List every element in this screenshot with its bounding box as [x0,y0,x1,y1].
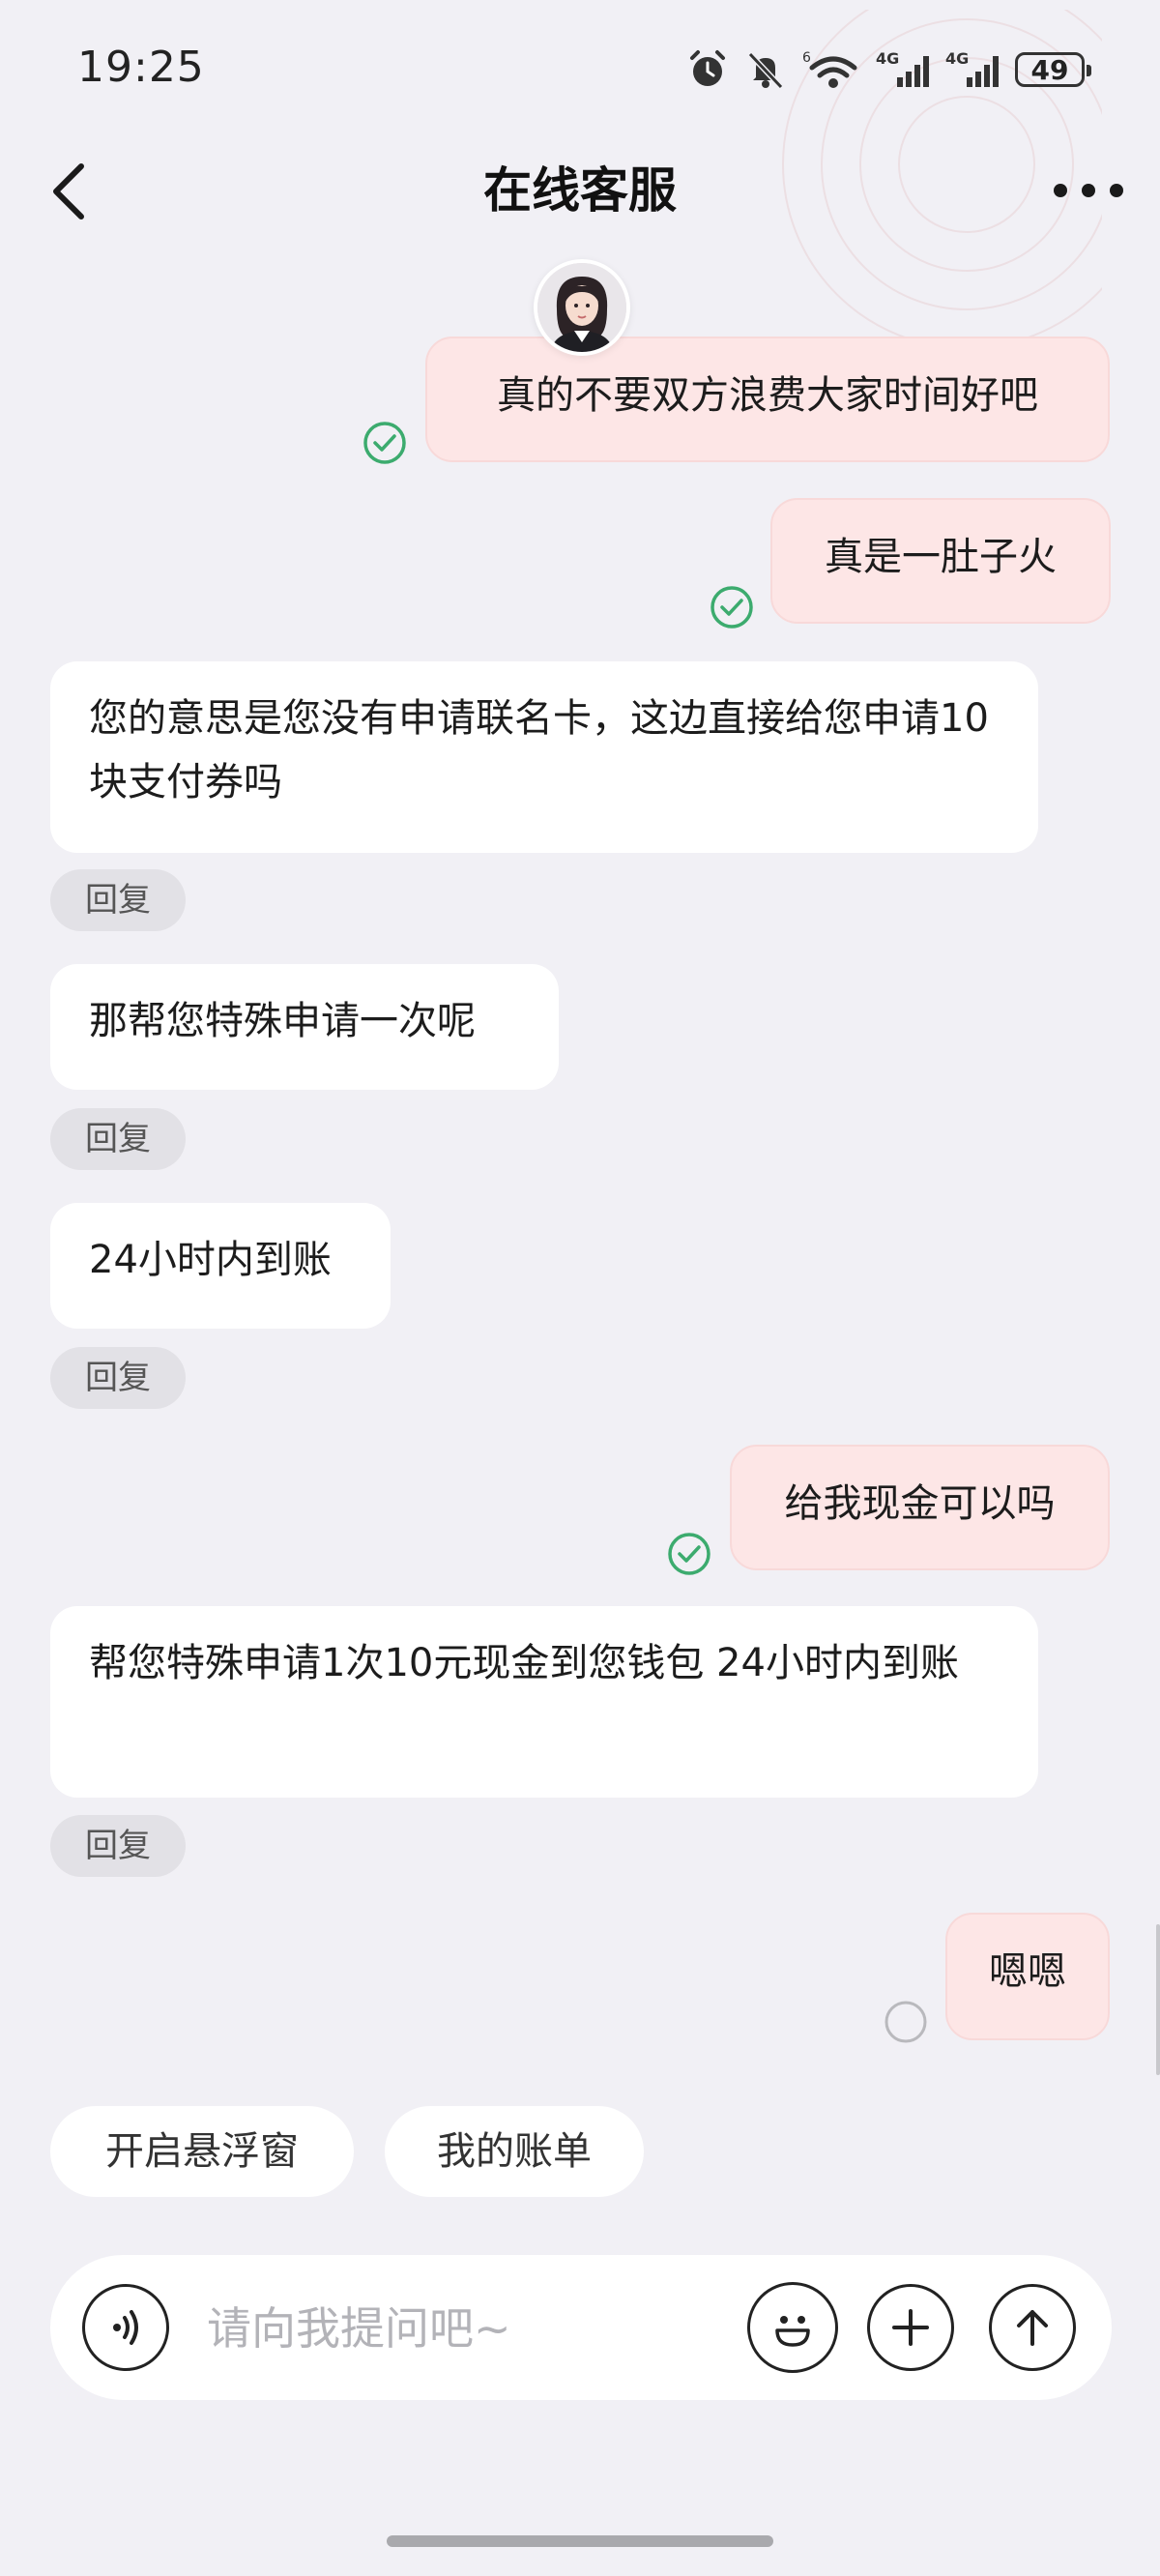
reply-button[interactable]: 回复 [50,1108,186,1170]
message-text: 帮您特殊申请1次10元现金到您钱包 24小时内到账 [89,1641,959,1685]
more-dot [1110,184,1123,197]
message-text: 24小时内到账 [89,1238,332,1282]
voice-button[interactable] [82,2284,169,2371]
quick-action-floating-window[interactable]: 开启悬浮窗 [50,2106,354,2197]
message-text: 嗯嗯 [989,1949,1066,1994]
reply-button[interactable]: 回复 [50,869,186,931]
emoji-button[interactable] [747,2282,838,2373]
user-message[interactable]: 真是一肚子火 [770,498,1111,624]
signal-icon-1: 4G [876,49,929,87]
plus-icon [892,2309,929,2346]
message-input[interactable] [205,2284,769,2373]
voice-icon [113,2310,138,2345]
wifi-label: 6 [802,50,811,66]
agent-message[interactable]: 那帮您特殊申请一次呢 [50,964,559,1090]
message-text: 那帮您特殊申请一次呢 [89,999,476,1043]
more-dot [1082,184,1095,197]
battery-level: 49 [1030,53,1069,86]
message-text: 您的意思是您没有申请联名卡，这边直接给您申请10块支付券吗 [89,696,989,805]
more-button[interactable] [1054,176,1123,205]
mute-bell-icon [747,51,784,90]
signal-icon-2: 4G [945,49,999,87]
agent-message[interactable]: 帮您特殊申请1次10元现金到您钱包 24小时内到账 [50,1606,1038,1798]
message-text: 给我现金可以吗 [784,1481,1056,1526]
user-message[interactable]: 嗯嗯 [945,1913,1110,2040]
wifi-icon: 6 [802,50,857,88]
agent-message[interactable]: 您的意思是您没有申请联名卡，这边直接给您申请10块支付券吗 [50,661,1038,853]
send-arrow-icon [1017,2310,1048,2346]
avatar-image [537,263,626,352]
reply-button[interactable]: 回复 [50,1815,186,1877]
read-check-icon [710,586,753,629]
message-text: 真的不要双方浪费大家时间好吧 [497,373,1038,418]
network-label-2: 4G [945,49,969,68]
message-text: 真是一肚子火 [825,535,1057,579]
user-message[interactable]: 真的不要双方浪费大家时间好吧 [425,337,1110,462]
agent-avatar[interactable] [534,259,630,356]
status-icons: 6 4G 4G 49 [686,43,1091,97]
network-label-1: 4G [876,49,899,68]
user-message[interactable]: 给我现金可以吗 [730,1445,1110,1570]
read-check-icon [668,1533,710,1575]
read-check-icon [363,422,406,464]
home-indicator[interactable] [387,2535,773,2547]
add-button[interactable] [867,2284,954,2371]
quick-action-my-bill[interactable]: 我的账单 [385,2106,644,2197]
sending-status-icon [884,2001,927,2043]
page-title: 在线客服 [483,162,677,219]
more-dot [1054,184,1067,197]
send-button[interactable] [989,2284,1076,2371]
status-bar: 19:25 6 4G 4G 49 [0,0,1160,145]
input-bar [50,2255,1112,2400]
status-time: 19:25 [77,43,205,92]
scrollbar[interactable] [1156,1924,1160,2075]
reply-button[interactable]: 回复 [50,1347,186,1409]
emoji-icon [775,2316,810,2347]
battery-icon: 49 [1015,52,1091,87]
alarm-icon [690,50,725,86]
agent-message[interactable]: 24小时内到账 [50,1203,391,1329]
